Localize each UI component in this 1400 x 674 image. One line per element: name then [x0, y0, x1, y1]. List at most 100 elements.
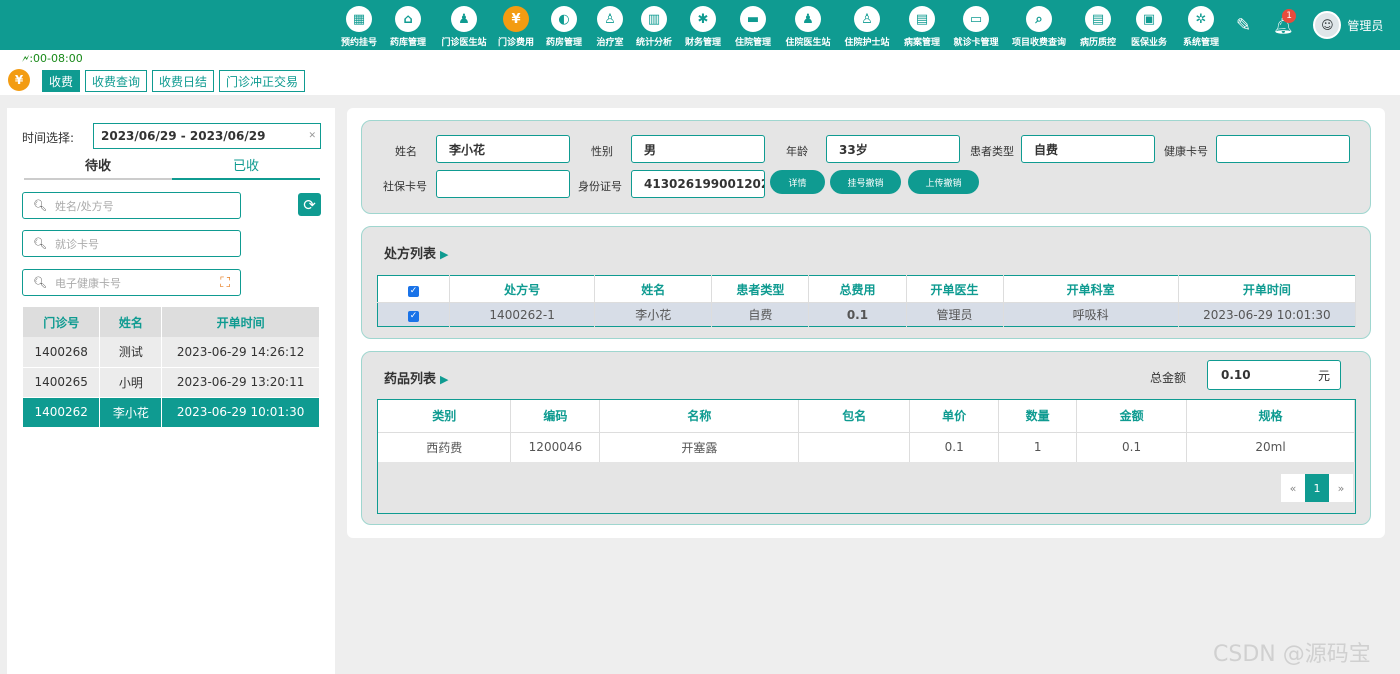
nav-item-1[interactable]: ⌂ 药库管理 — [382, 0, 434, 50]
id-card-label: 身份证号 — [578, 180, 622, 193]
search-icon: 🔍︎ — [33, 199, 47, 212]
tab-done[interactable]: 已收 — [172, 152, 320, 180]
nav-item-10[interactable]: ♙ 住院护士站 — [838, 0, 896, 50]
nav-item-16[interactable]: ✲ 系统管理 — [1176, 0, 1226, 50]
nav-label: 药房管理 — [545, 38, 582, 48]
nav-item-14[interactable]: ▤ 病历质控 — [1074, 0, 1122, 50]
table-row[interactable]: 1400268 测试 2023-06-29 14:26:12 — [23, 337, 320, 368]
health-card-label: 健康卡号 — [1164, 145, 1208, 158]
avatar[interactable]: ☺ — [1313, 11, 1342, 39]
tab-1[interactable]: 收费查询 — [85, 70, 148, 92]
table-row[interactable]: ✓ 1400262-1 李小花 自费 0.1 管理员 呼吸科 2023-06-29 10:01… — [377, 302, 1357, 327]
age-field[interactable]: 33岁 — [826, 135, 960, 163]
nav-label: 住院护士站 — [844, 38, 890, 48]
play-icon: ▶ — [440, 373, 449, 386]
row-checkbox[interactable]: ✓ — [377, 302, 451, 327]
cell-id: 1400262 — [23, 397, 101, 428]
nav-item-0[interactable]: ▦ 预约挂号 — [336, 0, 382, 50]
nav-item-5[interactable]: ♙ 治疗室 — [590, 0, 630, 50]
cancel-upload-button[interactable]: 上传撤销 — [908, 170, 979, 194]
social-card-field[interactable] — [436, 170, 570, 198]
patient-list-table: 门诊号 姓名 开单时间 1400268 测试 2023-06-29 14:26:12 14… — [23, 307, 320, 428]
nav-label: 财务管理 — [684, 38, 721, 48]
nav-item-15[interactable]: ▣ 医保业务 — [1122, 0, 1176, 50]
column-header: 患者类型 — [711, 275, 810, 303]
nav-item-11[interactable]: ▤ 病案管理 — [896, 0, 948, 50]
nav-label: 住院管理 — [734, 38, 771, 48]
tab-2[interactable]: 收费日结 — [152, 70, 215, 92]
nav-item-12[interactable]: ▭ 就诊卡管理 — [948, 0, 1004, 50]
detail-button[interactable]: 详情 — [770, 170, 825, 194]
edit-icon[interactable]: ✎ — [1236, 15, 1251, 36]
nav-item-7[interactable]: ✱ 财务管理 — [678, 0, 728, 50]
scan-icon[interactable]: ⛶ — [220, 275, 230, 291]
bell-icon[interactable]: 🔔︎ 1 — [1273, 8, 1297, 35]
visit-card-search[interactable]: 🔍︎ 就诊卡号 — [22, 230, 241, 257]
top-navbar: ▦ 预约挂号 ⌂ 药库管理 ♟ 门诊医生站 ¥ 门诊费用 ◐ 药房管理 ♙ 治疗室 ▥ 统计分析 ✱ 财务管理… — [0, 0, 1400, 50]
watermark: CSDN @源码宝 — [1213, 642, 1371, 667]
drug-table: 类别 编码 名称 包名 单价 数量 金额 规格 西药费 1200046 开塞露 0.1 1 0.1 20m… — [378, 400, 1355, 462]
id-card-field[interactable]: 413026199001202415 — [631, 170, 765, 198]
tab-pending[interactable]: 待收 — [24, 152, 172, 178]
nav-label: 就诊卡管理 — [953, 38, 999, 48]
nav-label: 系统管理 — [1182, 38, 1219, 48]
warehouse-icon: ⌂ — [395, 6, 421, 32]
cell-time: 2023-06-29 14:26:12 — [161, 337, 320, 368]
table-row[interactable]: 1400262 李小花 2023-06-29 10:01:30 — [23, 397, 320, 428]
nav-item-4[interactable]: ◐ 药房管理 — [538, 0, 590, 50]
nav-item-3[interactable]: ¥ 门诊费用 — [494, 0, 538, 50]
nav-label: 项目收费查询 — [1011, 38, 1066, 48]
prescription-table: ✓ 处方号 姓名 患者类型 总费用 开单医生 开单科室 开单时间 ✓ 1400262-1 李小花自… — [377, 275, 1357, 327]
health-card-field[interactable] — [1216, 135, 1350, 163]
patient-type-field[interactable]: 自费 — [1021, 135, 1155, 163]
nav-item-13[interactable]: ⌕ 项目收费查询 — [1004, 0, 1074, 50]
date-range-input[interactable]: 2023/06/29 - 2023/06/29 ✕ — [93, 123, 321, 149]
column-header: 金额 — [1076, 400, 1188, 433]
column-header: 姓名 — [594, 275, 713, 303]
cancel-registration-button[interactable]: 挂号撤销 — [830, 170, 901, 194]
health-card-search[interactable]: 🔍︎ 电子健康卡号 ⛶ — [22, 269, 241, 296]
cell-name: 小明 — [99, 367, 163, 398]
notification-badge: 1 — [1282, 8, 1297, 23]
user-name[interactable]: 管理员 — [1347, 17, 1383, 34]
gender-field[interactable]: 男 — [631, 135, 765, 163]
cell-time: 2023-06-29 10:01:30 — [161, 397, 320, 428]
cell-spec: 20ml — [1186, 432, 1355, 462]
column-header: 名称 — [599, 400, 800, 433]
next-page-button[interactable]: » — [1329, 474, 1353, 502]
column-header: 开单时间 — [1178, 275, 1357, 303]
table-row[interactable]: 1400265 小明 2023-06-29 13:20:11 — [23, 367, 320, 398]
cell-total: 0.1 — [808, 302, 907, 327]
tab-3[interactable]: 门诊冲正交易 — [219, 70, 306, 92]
gender-label: 性别 — [591, 145, 613, 158]
social-card-label: 社保卡号 — [383, 180, 427, 193]
select-all-checkbox[interactable]: ✓ — [377, 275, 451, 303]
cell-id: 1400265 — [23, 367, 101, 398]
column-header: 姓名 — [99, 307, 163, 337]
tab-0[interactable]: 收费 — [42, 70, 81, 92]
nav-item-9[interactable]: ♟ 住院医生站 — [778, 0, 838, 50]
cell-code: 1200046 — [510, 432, 601, 462]
cell-time: 2023-06-29 13:20:11 — [161, 367, 320, 398]
nav-label: 医保业务 — [1130, 38, 1167, 48]
main-nav: ▦ 预约挂号 ⌂ 药库管理 ♟ 门诊医生站 ¥ 门诊费用 ◐ 药房管理 ♙ 治疗室 ▥ 统计分析 ✱ 财务管理… — [336, 0, 1226, 50]
pill-icon: ◐ — [551, 6, 577, 32]
nav-item-2[interactable]: ♟ 门诊医生站 — [434, 0, 494, 50]
refresh-button[interactable]: ⟳ — [298, 193, 321, 216]
patient-type-label: 患者类型 — [970, 145, 1014, 158]
page-button[interactable]: 1 — [1305, 474, 1329, 502]
column-header: 处方号 — [449, 275, 596, 303]
name-field[interactable]: 李小花 — [436, 135, 570, 163]
prev-page-button[interactable]: « — [1281, 474, 1305, 502]
clear-icon[interactable]: ✕ — [308, 131, 316, 141]
nav-item-6[interactable]: ▥ 统计分析 — [630, 0, 678, 50]
nav-item-8[interactable]: ▬ 住院管理 — [728, 0, 778, 50]
check-icon: ✓ — [408, 285, 420, 297]
nav-label: 病案管理 — [903, 38, 940, 48]
check-icon: ✓ — [408, 311, 420, 322]
column-header: 包名 — [798, 400, 911, 433]
table-row[interactable]: 西药费 1200046 开塞露 0.1 1 0.1 20ml — [378, 432, 1355, 462]
name-prescription-search[interactable]: 🔍︎ 姓名/处方号 — [22, 192, 241, 219]
total-amount-field[interactable]: 0.10 元 — [1207, 360, 1341, 390]
drug-card: 药品列表 ▶ 总金额 0.10 元 类别 编码 名称 包名 单价 数量 金额 规格 西药费 1200… — [361, 351, 1371, 525]
